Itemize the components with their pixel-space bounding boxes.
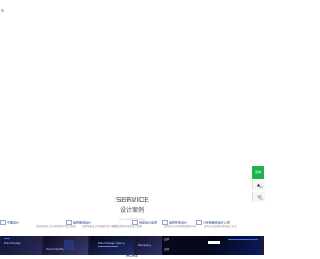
accent-bar [208,241,220,244]
case-caption: 提升企业品牌价值的设计方法 [204,225,237,228]
accent-bar [228,239,258,240]
case-card-label: 品牌 [164,238,170,241]
accent-bar [4,238,10,239]
case-card[interactable]: 品牌 品牌 [162,236,208,255]
back-to-top-button[interactable]: ▲ 顶部 [252,180,265,190]
case-card-label: Visual Identity [46,248,64,251]
case-card-label: 品牌 [164,248,170,251]
case-card[interactable]: Brand Design [2,236,42,255]
side-item-label: 顶部 [259,187,264,189]
decor-shape [64,240,74,250]
section-title-en: SERVICE SERVICE [115,196,150,204]
case-card[interactable] [208,236,260,255]
phone-button[interactable]: ☏ 电话 [252,192,265,202]
image-placeholder-icon [0,220,6,225]
case-card-label: Packaging [138,244,151,247]
case-caption: 专业品牌视觉形象设计策划 [112,225,143,228]
case-card-label: Brand Design Agency [98,242,125,245]
section-title-ghost: SERVICE [115,196,148,204]
logo-icon [1,9,4,12]
accent-bar [98,246,118,247]
section-title-zh: 设计案例 [119,207,144,214]
side-item-label: 电话 [259,199,264,201]
consult-button[interactable]: 咨询 [252,166,264,179]
more-button[interactable]: MORE [124,253,140,258]
case-caption: 品牌设计公司提供的服务内容 [164,225,197,228]
category-tabs: 平面设计 品牌策划设计 包装设计案例 品牌形象设计 VI系统策划设计公司 深圳品… [0,220,264,230]
case-card-label: Brand Design [4,242,21,245]
tab-graphic-design[interactable]: 平面设计 [0,220,19,225]
case-card[interactable]: Visual Identity [44,236,88,255]
case-caption: 深圳品牌设计公司提供的VI设计服务 [36,225,76,228]
